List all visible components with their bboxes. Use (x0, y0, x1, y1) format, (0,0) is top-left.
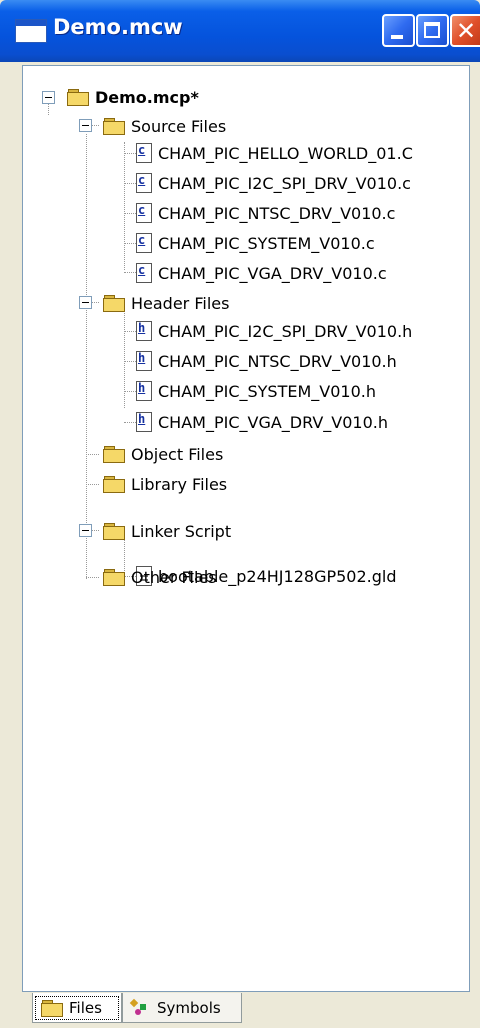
tree-line (124, 310, 125, 408)
tree-item-file[interactable]: c CHAM_PIC_I2C_SPI_DRV_V010.c (136, 168, 411, 198)
tree-line (124, 422, 136, 423)
tree-item-label: Source Files (131, 116, 227, 136)
tree-item-file[interactable]: h CHAM_PIC_NTSC_DRV_V010.h (136, 346, 397, 376)
symbols-icon (129, 998, 151, 1016)
project-tree[interactable]: Demo.mcp* Source Files c CHAM_PIC_HELLO_… (22, 65, 470, 992)
window-title: Demo.mcw (53, 15, 183, 39)
tab-symbols[interactable]: Symbols (122, 993, 242, 1023)
h-file-icon: h (136, 381, 152, 401)
tree-line (124, 153, 136, 154)
tab-files[interactable]: Files (32, 993, 122, 1023)
tree-item-linker-script[interactable]: Linker Script (103, 516, 231, 546)
tree-line (91, 530, 99, 531)
tree-line (124, 391, 136, 392)
tree-item-file[interactable]: h CHAM_PIC_VGA_DRV_V010.h (136, 407, 388, 437)
h-file-icon: h (136, 412, 152, 432)
tree-line (86, 454, 99, 455)
folder-icon (103, 118, 125, 135)
collapse-header-toggle[interactable] (79, 296, 92, 309)
folder-icon (41, 999, 63, 1017)
tree-line (124, 272, 136, 273)
tab-label: Symbols (157, 998, 221, 1017)
c-file-icon: c (136, 143, 152, 163)
tree-item-label: CHAM_PIC_I2C_SPI_DRV_V010.c (158, 173, 411, 193)
tree-line (91, 302, 99, 303)
tree-line (124, 243, 136, 244)
window-icon (15, 19, 47, 43)
tree-item-file[interactable]: c CHAM_PIC_VGA_DRV_V010.c (136, 258, 387, 288)
tree-item-label: CHAM_PIC_NTSC_DRV_V010.c (158, 203, 396, 223)
tab-strip: Files Symbols (22, 993, 470, 1028)
tree-item-file[interactable]: c CHAM_PIC_HELLO_WORLD_01.C (136, 138, 413, 168)
tree-item-label: CHAM_PIC_NTSC_DRV_V010.h (158, 351, 397, 371)
tree-item-label: Object Files (131, 444, 224, 464)
tree-line (124, 213, 136, 214)
project-window: Demo.mcw ✕ Demo.mcp* Source Files c CHAM… (0, 0, 480, 1028)
tree-line (86, 577, 99, 578)
folder-icon (103, 569, 125, 586)
close-button[interactable]: ✕ (450, 14, 480, 47)
tree-line (124, 331, 136, 332)
minimize-button[interactable] (382, 14, 415, 47)
collapse-source-toggle[interactable] (79, 119, 92, 132)
tree-item-object-files[interactable]: Object Files (103, 439, 223, 469)
tree-item-project[interactable]: Demo.mcp* (67, 82, 199, 112)
tree-line (124, 183, 136, 184)
folder-icon (67, 89, 89, 106)
tree-item-library-files[interactable]: Library Files (103, 469, 227, 499)
collapse-linker-toggle[interactable] (79, 524, 92, 537)
c-file-icon: c (136, 233, 152, 253)
minimize-icon (391, 35, 403, 39)
h-file-icon: h (136, 321, 152, 341)
tree-item-label: CHAM_PIC_VGA_DRV_V010.h (158, 412, 388, 432)
tree-item-label: Linker Script (131, 521, 232, 541)
maximize-icon (424, 22, 440, 38)
tree-item-label: Library Files (131, 474, 228, 494)
tree-item-other-files[interactable]: Other Files (103, 562, 217, 592)
tree-item-header-files[interactable]: Header Files (103, 288, 229, 318)
tree-item-label: Other Files (131, 567, 217, 587)
tree-item-file[interactable]: c CHAM_PIC_NTSC_DRV_V010.c (136, 198, 395, 228)
folder-icon (103, 446, 125, 463)
collapse-project-toggle[interactable] (42, 91, 55, 104)
c-file-icon: c (136, 173, 152, 193)
tree-line (48, 104, 49, 115)
tree-item-label: CHAM_PIC_SYSTEM_V010.c (158, 233, 375, 253)
folder-icon (103, 523, 125, 540)
tree-item-label: Header Files (131, 293, 230, 313)
maximize-button[interactable] (416, 14, 449, 47)
tree-line (86, 134, 87, 579)
tree-item-source-files[interactable]: Source Files (103, 111, 226, 141)
c-file-icon: c (136, 203, 152, 223)
tree-item-file[interactable]: c CHAM_PIC_SYSTEM_V010.c (136, 228, 375, 258)
h-file-icon: h (136, 351, 152, 371)
tree-item-label: Demo.mcp* (95, 87, 199, 107)
tree-line (86, 484, 99, 485)
close-icon: ✕ (456, 17, 477, 45)
tree-line (91, 125, 99, 126)
tree-line (124, 361, 136, 362)
tree-item-label: CHAM_PIC_I2C_SPI_DRV_V010.h (158, 321, 413, 341)
tree-item-label: CHAM_PIC_VGA_DRV_V010.c (158, 263, 387, 283)
tree-item-label: CHAM_PIC_HELLO_WORLD_01.C (158, 143, 413, 163)
tree-line (124, 142, 125, 270)
tree-item-file[interactable]: h CHAM_PIC_I2C_SPI_DRV_V010.h (136, 316, 412, 346)
folder-icon (103, 476, 125, 493)
tab-label: Files (69, 998, 102, 1017)
c-file-icon: c (136, 263, 152, 283)
tree-item-file[interactable]: h CHAM_PIC_SYSTEM_V010.h (136, 376, 376, 406)
tree-item-label: CHAM_PIC_SYSTEM_V010.h (158, 381, 376, 401)
title-bar[interactable]: Demo.mcw ✕ (0, 0, 480, 62)
folder-icon (103, 295, 125, 312)
